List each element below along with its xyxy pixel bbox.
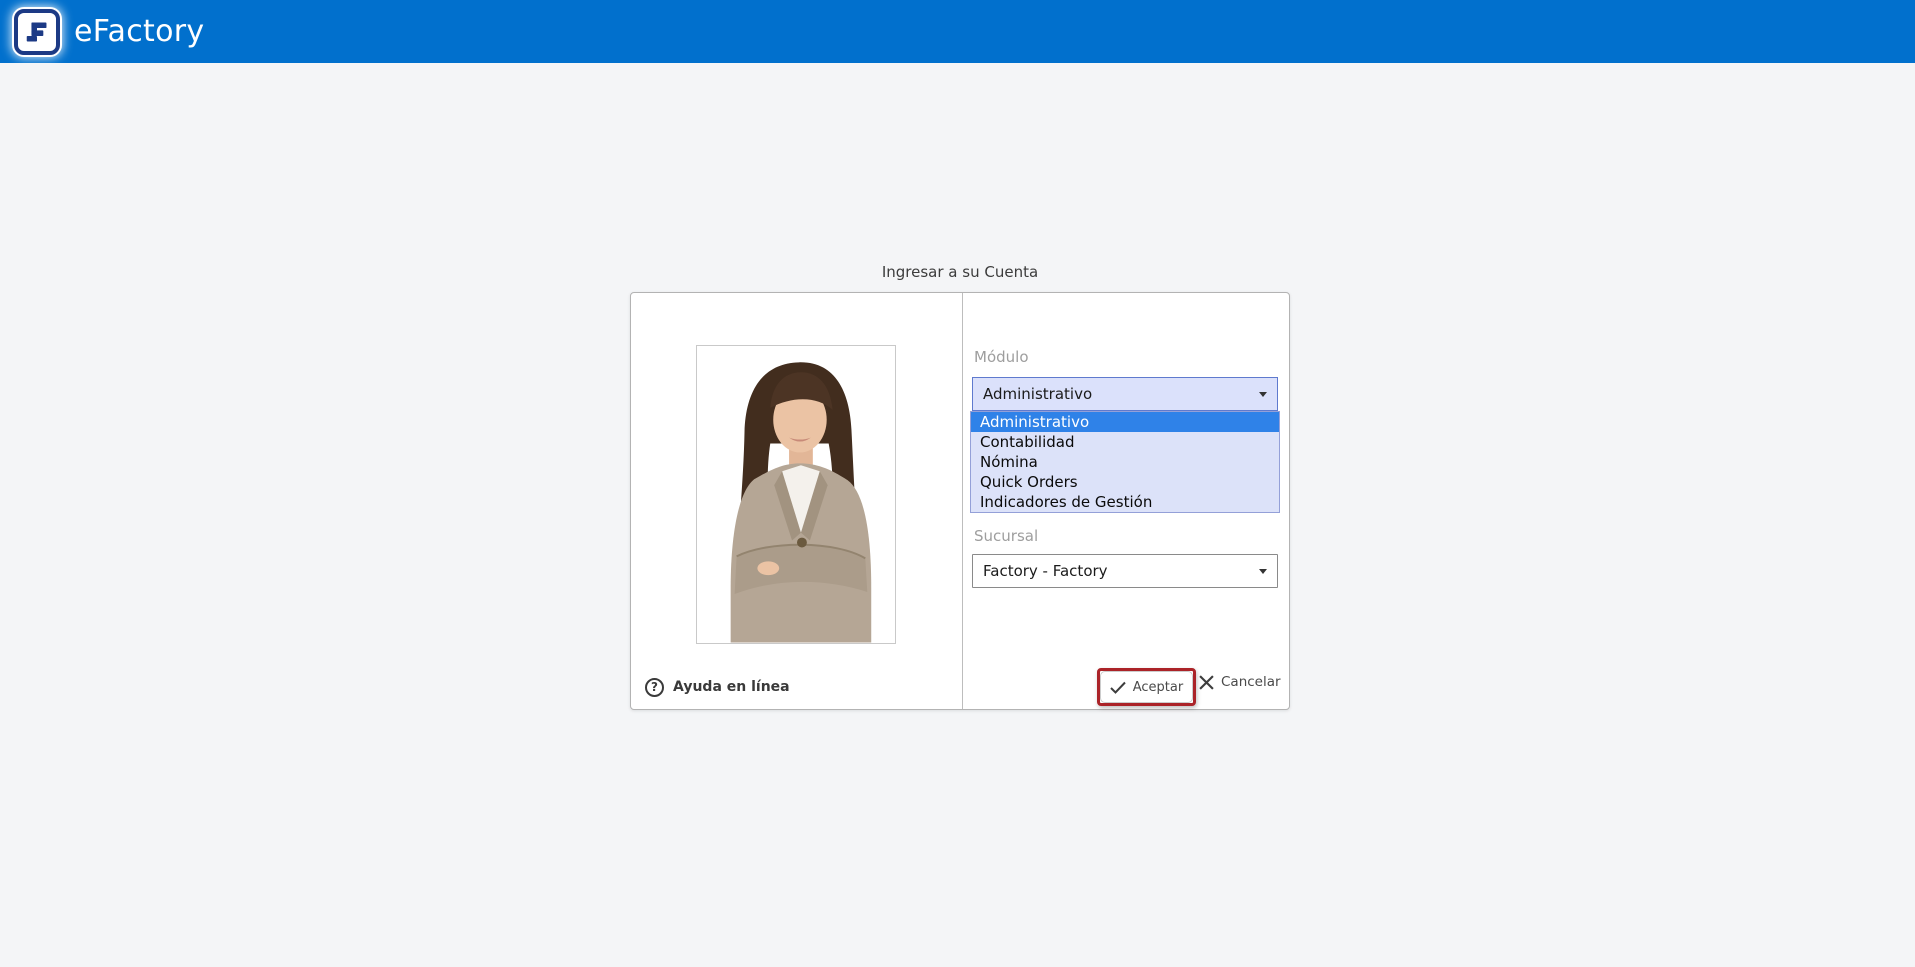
page-title: Ingresar a su Cuenta (881, 263, 1039, 281)
question-circle-icon: ? (645, 677, 664, 697)
module-field-label: Módulo (974, 348, 1029, 366)
chevron-down-icon (1259, 568, 1267, 574)
accept-button[interactable]: Aceptar (1100, 671, 1193, 703)
dropdown-option-indicadores[interactable]: Indicadores de Gestión (971, 492, 1279, 512)
dropdown-option-quick-orders[interactable]: Quick Orders (971, 472, 1279, 492)
module-selected-value: Administrativo (983, 385, 1093, 403)
check-icon (1110, 681, 1126, 694)
accept-button-label: Aceptar (1132, 679, 1184, 695)
annotation-highlight-box: Aceptar (1097, 668, 1196, 706)
online-help-label: Ayuda en línea (673, 679, 790, 695)
x-icon (1199, 674, 1214, 690)
login-card: ? Ayuda en línea Módulo Administrativo A… (630, 292, 1290, 710)
online-help-link[interactable]: ? Ayuda en línea (645, 675, 790, 699)
cancel-button-label: Cancelar (1221, 674, 1281, 690)
branch-selected-value: Factory - Factory (983, 562, 1108, 580)
cancel-button[interactable]: Cancelar (1199, 667, 1281, 697)
woman-portrait-illustration (697, 346, 895, 643)
user-photo (696, 345, 896, 644)
app-title: eFactory (74, 14, 205, 49)
chevron-down-icon (1259, 391, 1267, 397)
module-dropdown-list: Administrativo Contabilidad Nómina Quick… (970, 411, 1280, 513)
branch-select[interactable]: Factory - Factory (972, 554, 1278, 588)
card-divider (962, 293, 963, 709)
logo-f-glyph (26, 22, 47, 41)
dropdown-option-contabilidad[interactable]: Contabilidad (971, 432, 1279, 452)
efactory-logo-icon (14, 8, 60, 55)
module-select[interactable]: Administrativo (972, 377, 1278, 411)
branch-field-label: Sucursal (974, 527, 1039, 545)
dropdown-option-administrativo[interactable]: Administrativo (971, 412, 1279, 432)
login-page: eFactory Ingresar a su Cuenta ? Ayuda en… (0, 0, 1915, 967)
dropdown-option-nomina[interactable]: Nómina (971, 452, 1279, 472)
top-bar: eFactory (0, 0, 1915, 63)
